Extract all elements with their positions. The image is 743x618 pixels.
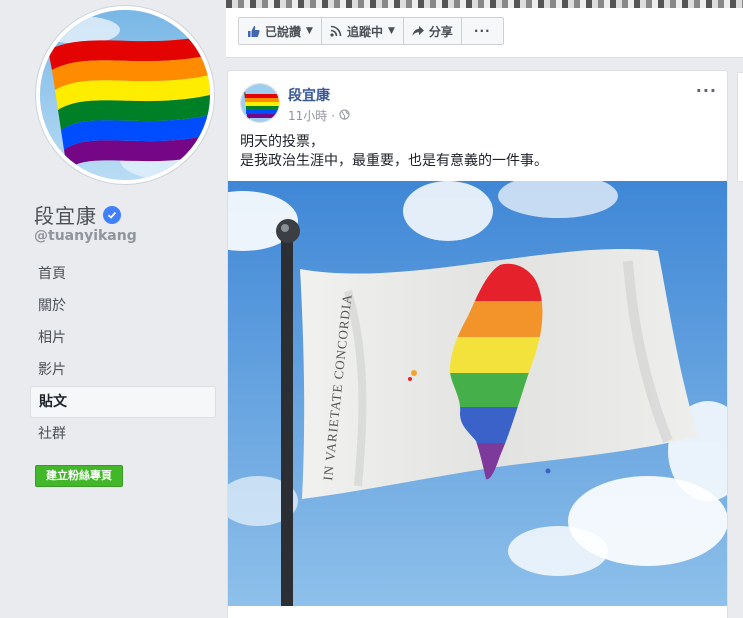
cover-photo-edge bbox=[226, 0, 743, 8]
rss-icon bbox=[330, 25, 342, 37]
post-author-avatar[interactable] bbox=[240, 83, 280, 123]
post-text-line: 明天的投票， bbox=[240, 134, 324, 150]
share-arrow-icon bbox=[412, 25, 424, 37]
page-nav: 首頁 關於 相片 影片 貼文 社群 bbox=[30, 258, 216, 450]
post-text: 明天的投票， 是我政治生涯中，最重要，也是有意義的一件事。 bbox=[240, 133, 548, 171]
create-page-button[interactable]: 建立粉絲專頁 bbox=[35, 465, 123, 487]
globe-icon[interactable] bbox=[339, 108, 350, 123]
post-meta: 11小時 · bbox=[288, 107, 350, 124]
nav-item-photos[interactable]: 相片 bbox=[30, 322, 216, 354]
more-actions-button[interactable]: ··· bbox=[460, 17, 504, 45]
meta-separator: · bbox=[331, 108, 336, 123]
profile-picture[interactable] bbox=[36, 6, 214, 184]
page-name[interactable]: 段宜康 bbox=[34, 200, 97, 229]
page-username: @tuanyikang bbox=[34, 228, 137, 244]
post-photo[interactable]: IN VARIETATE CONCORDIA bbox=[228, 181, 727, 606]
chevron-down-icon: ▼ bbox=[387, 26, 395, 36]
verified-badge-icon bbox=[103, 205, 121, 224]
share-button[interactable]: 分享 bbox=[402, 17, 462, 45]
liked-button[interactable]: 已說讚 ▼ bbox=[238, 17, 322, 45]
liked-label: 已說讚 bbox=[265, 24, 302, 39]
post-timestamp[interactable]: 11小時 bbox=[288, 107, 327, 124]
post-options-button[interactable]: ··· bbox=[696, 81, 717, 100]
action-button-group: 已說讚 ▼ 追蹤中 ▼ 分享 ··· bbox=[238, 17, 504, 45]
chevron-down-icon: ▼ bbox=[306, 26, 313, 36]
right-column-edge bbox=[737, 72, 743, 182]
following-button[interactable]: 追蹤中 ▼ bbox=[320, 17, 404, 45]
nav-item-videos[interactable]: 影片 bbox=[30, 354, 216, 386]
share-label: 分享 bbox=[428, 24, 453, 39]
following-label: 追蹤中 bbox=[346, 24, 383, 39]
left-sidebar: 段宜康 @tuanyikang 首頁 關於 相片 影片 貼文 社群 建立粉絲專頁 bbox=[0, 0, 226, 618]
nav-item-about[interactable]: 關於 bbox=[30, 290, 216, 322]
nav-item-posts[interactable]: 貼文 bbox=[30, 386, 216, 418]
page-action-bar: 已說讚 ▼ 追蹤中 ▼ 分享 ··· bbox=[226, 8, 743, 58]
post-author-name[interactable]: 段宜康 bbox=[288, 85, 330, 105]
post-text-line: 是我政治生涯中，最重要，也是有意義的一件事。 bbox=[240, 153, 548, 169]
post-card: 段宜康 11小時 · ··· 明天的投票， 是我政治生涯中，最重要，也是有意義的… bbox=[227, 70, 728, 618]
nav-item-home[interactable]: 首頁 bbox=[30, 258, 216, 290]
nav-item-community[interactable]: 社群 bbox=[30, 418, 216, 450]
page-name-row: 段宜康 bbox=[34, 200, 121, 229]
thumbs-up-icon bbox=[247, 25, 260, 38]
